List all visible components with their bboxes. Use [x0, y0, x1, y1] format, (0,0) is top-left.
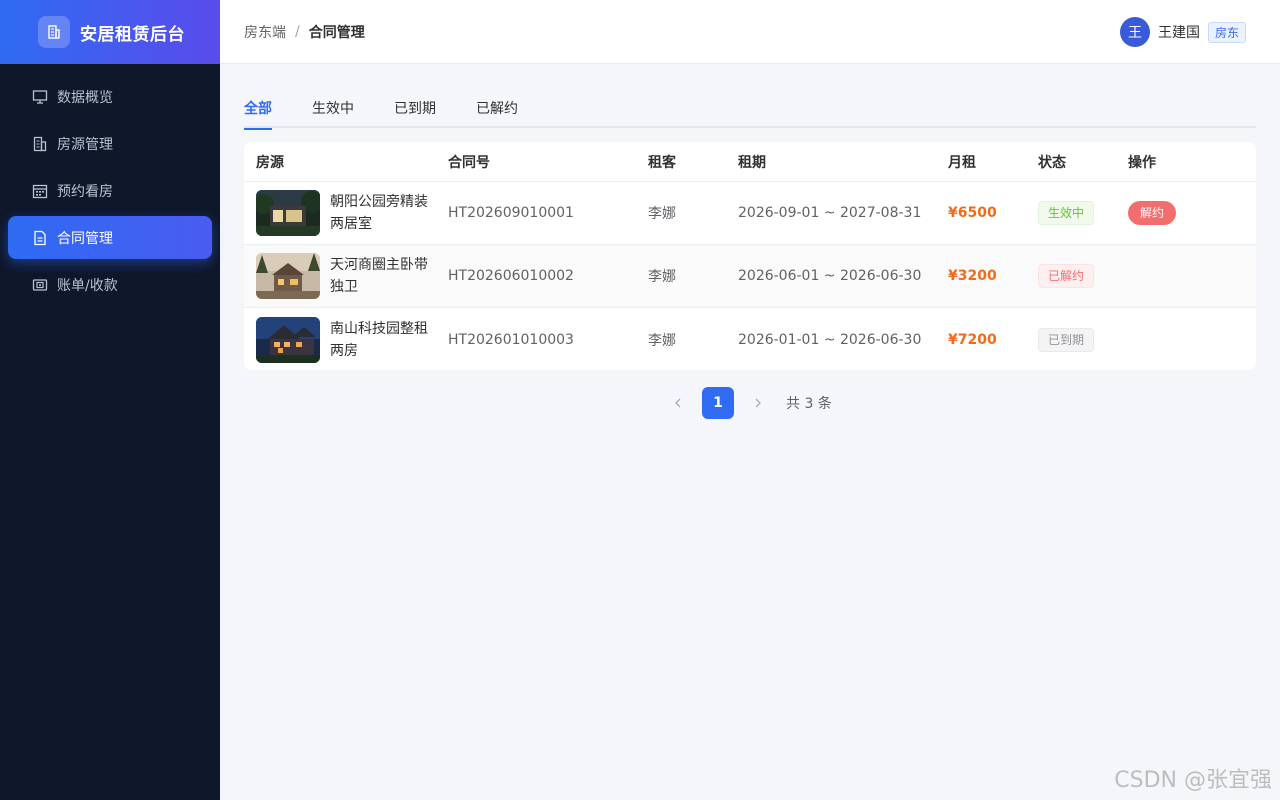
column-header-tenant: 租客 [648, 154, 676, 171]
table-row[interactable]: 朝阳公园旁精装两居室 HT202609010001 李娜 2026-09-01 … [244, 182, 1256, 245]
contract-table: 房源 合同号 租客 租期 月租 状态 操作 朝阳公园旁精装两居室 HT20260… [244, 142, 1256, 370]
lease-term: 2026-01-01 ~ 2026-06-30 [738, 331, 922, 348]
sidebar: 安居租赁后台 数据概览 房源管理 预约看房 合同管理 账单/收款 [0, 0, 220, 800]
column-header-property: 房源 [256, 154, 284, 171]
user-name: 王建国 [1157, 25, 1200, 41]
brand-header: 安居租赁后台 [0, 0, 220, 64]
column-header-rent: 月租 [948, 154, 976, 171]
column-header-action: 操作 [1128, 154, 1156, 171]
terminate-button[interactable]: 解约 [1128, 201, 1177, 225]
chevron-right-icon[interactable] [746, 387, 770, 419]
tab-expired[interactable]: 已到期 [394, 96, 436, 128]
watermark: CSDN @张宜强 [1114, 768, 1272, 793]
pagination: 1 共 3 条 [666, 387, 832, 419]
tab-terminated[interactable]: 已解约 [476, 96, 518, 128]
document-icon [32, 230, 48, 246]
property-name[interactable]: 南山科技园整租两房 [330, 318, 430, 362]
top-header: 房东端 / 合同管理 王 王建国 房东 [220, 0, 1280, 64]
sidebar-item-label: 数据概览 [57, 89, 113, 106]
sidebar-item-dashboard[interactable]: 数据概览 [8, 75, 212, 118]
breadcrumb-parent[interactable]: 房东端 [244, 22, 286, 42]
property-thumbnail[interactable] [256, 316, 320, 363]
column-header-term: 租期 [738, 154, 766, 171]
status-badge: 已解约 [1038, 264, 1095, 288]
sidebar-item-label: 账单/收款 [57, 277, 118, 294]
sidebar-item-label: 房源管理 [57, 136, 113, 153]
building-icon [32, 136, 48, 152]
status-badge: 生效中 [1038, 201, 1095, 225]
status-badge: 已到期 [1038, 327, 1095, 352]
tenant-name: 李娜 [648, 206, 676, 222]
sidebar-item-billing[interactable]: 账单/收款 [8, 263, 212, 306]
sidebar-nav: 数据概览 房源管理 预约看房 合同管理 账单/收款 [0, 64, 220, 306]
pagination-total: 共 3 条 [786, 396, 832, 412]
column-header-status: 状态 [1038, 154, 1066, 171]
tab-active[interactable]: 生效中 [312, 96, 354, 128]
monthly-rent: ¥3200 [948, 268, 997, 284]
tenant-name: 李娜 [648, 269, 676, 285]
property-name[interactable]: 天河商圈主卧带独卫 [330, 254, 430, 298]
monthly-rent: ¥6500 [948, 205, 997, 221]
property-thumbnail[interactable] [256, 190, 320, 236]
app-title: 安居租赁后台 [80, 24, 185, 45]
table-row[interactable]: 南山科技园整租两房 HT202601010003 李娜 2026-01-01 ~… [244, 308, 1256, 370]
wallet-icon [32, 277, 48, 293]
contract-number: HT202601010003 [448, 331, 574, 348]
chevron-left-icon[interactable] [666, 387, 690, 419]
sidebar-item-label: 预约看房 [57, 183, 113, 200]
lease-term: 2026-09-01 ~ 2027-08-31 [738, 205, 922, 221]
property-name[interactable]: 朝阳公园旁精装两居室 [330, 191, 430, 235]
status-tabs: 全部 生效中 已到期 已解约 [244, 96, 1256, 130]
breadcrumb-separator: / [295, 23, 300, 40]
avatar[interactable]: 王 [1119, 17, 1150, 47]
table-header: 房源 合同号 租客 租期 月租 状态 操作 [244, 142, 1256, 182]
calendar-icon [32, 183, 48, 199]
building-logo-icon [38, 16, 70, 48]
breadcrumb-current: 合同管理 [308, 24, 365, 41]
sidebar-item-contracts[interactable]: 合同管理 [8, 216, 212, 259]
contract-number: HT202606010002 [448, 268, 574, 284]
dashboard-icon [32, 89, 48, 105]
role-badge: 房东 [1207, 21, 1246, 43]
contract-number: HT202609010001 [448, 205, 574, 221]
lease-term: 2026-06-01 ~ 2026-06-30 [738, 268, 922, 284]
page-number-current[interactable]: 1 [702, 387, 734, 419]
sidebar-item-properties[interactable]: 房源管理 [8, 122, 212, 165]
monthly-rent: ¥7200 [948, 331, 997, 348]
user-menu[interactable]: 王 王建国 房东 [1119, 17, 1246, 47]
sidebar-item-label: 合同管理 [57, 230, 113, 247]
breadcrumb: 房东端 / 合同管理 [244, 22, 365, 42]
column-header-contract-no: 合同号 [448, 154, 490, 171]
table-row[interactable]: 天河商圈主卧带独卫 HT202606010002 李娜 2026-06-01 ~… [244, 245, 1256, 308]
sidebar-item-appointments[interactable]: 预约看房 [8, 169, 212, 212]
tenant-name: 李娜 [648, 332, 676, 349]
tab-all[interactable]: 全部 [244, 96, 272, 130]
property-thumbnail[interactable] [256, 253, 320, 299]
